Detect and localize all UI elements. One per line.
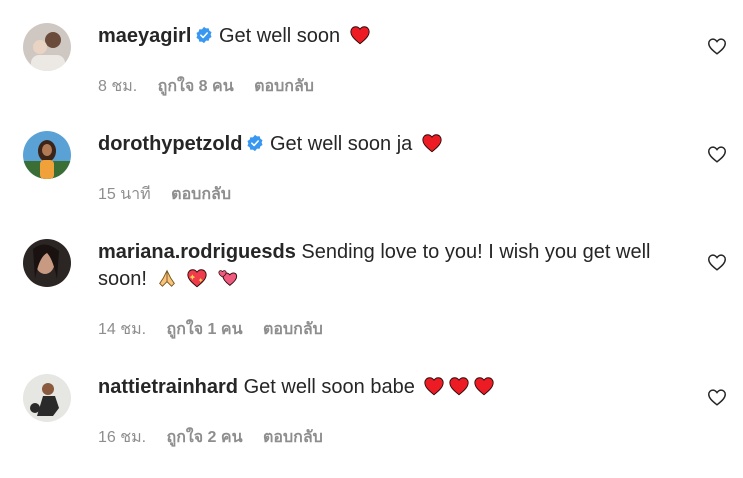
- like-heart-icon[interactable]: [706, 143, 728, 165]
- red-heart-icon: [449, 377, 470, 396]
- comment-username[interactable]: nattietrainhard: [98, 376, 238, 398]
- like-heart-icon[interactable]: [706, 386, 728, 408]
- comment-text: Get well soon babe: [243, 376, 415, 398]
- comment-username[interactable]: mariana.rodriguesds: [98, 241, 296, 263]
- comment-likes[interactable]: ถูกใจ 1 คน: [167, 321, 243, 338]
- avatar[interactable]: [23, 239, 71, 287]
- red-heart-icon: [422, 134, 442, 153]
- reply-button[interactable]: ตอบกลับ: [263, 321, 323, 338]
- comment-text: soon!: [98, 268, 147, 290]
- avatar[interactable]: [23, 23, 71, 71]
- comment-likes[interactable]: ถูกใจ 8 คน: [158, 78, 234, 95]
- comment-time[interactable]: 14 ชม.: [98, 321, 146, 338]
- red-heart-icon: [350, 26, 370, 45]
- comment-time[interactable]: 8 ชม.: [98, 78, 137, 95]
- comment-text: Sending love to you! I wish you get well: [301, 241, 651, 263]
- revolving-hearts-icon: [218, 270, 237, 286]
- comment-likes[interactable]: ถูกใจ 2 คน: [167, 429, 243, 446]
- verified-badge-icon: [196, 26, 212, 44]
- comment-time[interactable]: 16 ชม.: [98, 429, 146, 446]
- comment-text: Get well soon: [218, 25, 341, 47]
- verified-badge-icon: [247, 134, 263, 152]
- comment-username[interactable]: maeyagirl: [98, 25, 191, 47]
- reply-button[interactable]: ตอบกลับ: [171, 186, 231, 203]
- reply-button[interactable]: ตอบกลับ: [254, 78, 314, 95]
- folded-hands-icon: [158, 269, 175, 287]
- avatar[interactable]: [23, 374, 71, 422]
- red-heart-icon: [424, 377, 445, 396]
- sparkling-heart-icon: [187, 269, 207, 288]
- comment-text: Get well soon ja: [270, 133, 413, 155]
- red-heart-icon: [474, 377, 495, 396]
- comment-username[interactable]: dorothypetzold: [98, 133, 242, 155]
- reply-button[interactable]: ตอบกลับ: [263, 429, 323, 446]
- like-heart-icon[interactable]: [706, 251, 728, 273]
- comment-time[interactable]: 15 นาที: [98, 186, 151, 203]
- avatar[interactable]: [23, 131, 71, 179]
- like-heart-icon[interactable]: [706, 35, 728, 57]
